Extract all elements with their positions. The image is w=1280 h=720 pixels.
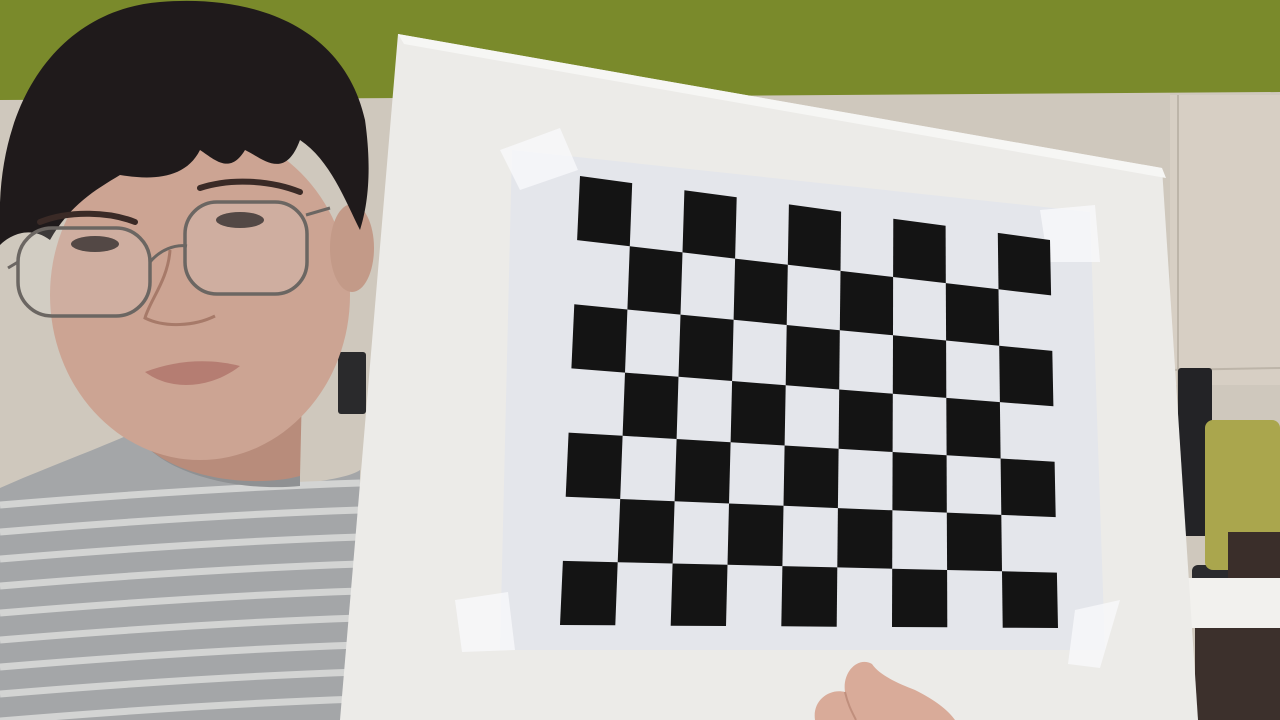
checkerboard-square — [837, 508, 893, 569]
checkerboard-square — [733, 258, 788, 325]
checkerboard-square — [730, 381, 786, 446]
checkerboard-square — [946, 512, 1002, 572]
checkerboard-square — [727, 503, 784, 567]
wall-panel — [1170, 95, 1280, 385]
checkerboard-square — [560, 560, 618, 626]
checkerboard-square — [839, 270, 894, 336]
checkerboard-square — [785, 325, 840, 390]
photo-scene — [0, 0, 1280, 720]
checkerboard-square — [674, 439, 731, 504]
checkerboard-square — [622, 372, 679, 439]
checkerboard-square — [946, 397, 1001, 459]
checkerboard-square — [892, 568, 948, 628]
checkerboard-square — [577, 176, 633, 247]
checkerboard-square — [682, 190, 737, 259]
glasses-left-lens — [16, 226, 152, 318]
checkerboard-square — [893, 218, 946, 284]
checkerboard-square — [1002, 571, 1058, 628]
checkerboard-square — [565, 432, 623, 499]
checkerboard-square — [945, 283, 1000, 346]
checkerboard-square — [787, 204, 842, 271]
checkerboard-square — [999, 345, 1054, 407]
tape — [455, 592, 515, 652]
desk-surface — [1186, 578, 1280, 628]
dark-device — [338, 352, 366, 414]
checkerboard-square — [892, 452, 947, 513]
desk-cabinet — [1195, 628, 1280, 720]
checkerboard-square — [1000, 458, 1056, 518]
checkerboard-square — [783, 445, 839, 509]
checkerboard-square — [670, 563, 728, 626]
chair-dark-panel — [1228, 532, 1280, 582]
checkerboard-square — [571, 304, 628, 373]
ear — [330, 204, 374, 292]
webcam-frame — [0, 0, 1280, 720]
checkerboard-square — [892, 335, 947, 398]
checkerboard-square — [617, 499, 675, 564]
checkerboard-square — [997, 232, 1052, 296]
checkerboard-square — [838, 389, 893, 452]
checkerboard-square — [781, 566, 838, 627]
checkerboard-square — [627, 246, 683, 315]
glasses-right-lens — [183, 200, 309, 296]
checkerboard-square — [678, 314, 734, 381]
